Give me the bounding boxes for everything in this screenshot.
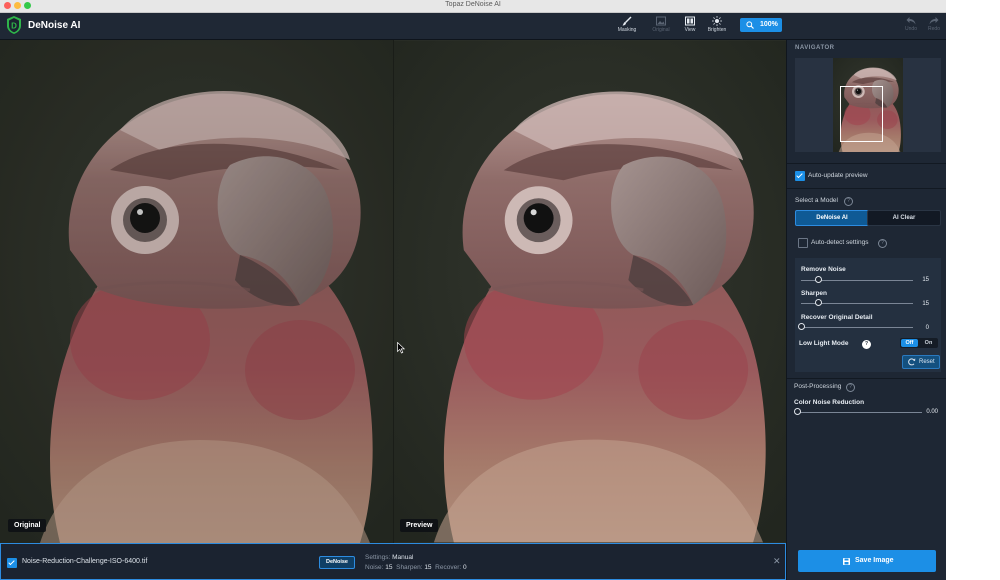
original-tool[interactable]: Original — [646, 16, 676, 33]
sharpen-label: Sharpen — [801, 290, 828, 297]
title-bar: Topaz DeNoise AI — [0, 0, 946, 13]
remove-noise-value: 15 — [922, 277, 929, 283]
undo-icon — [906, 17, 916, 25]
recover-summary-label: Recover: — [435, 564, 462, 571]
divider — [787, 188, 946, 189]
low-light-on-option[interactable]: On — [920, 339, 937, 347]
color-noise-label: Color Noise Reduction — [794, 399, 865, 406]
settings-label: Settings: — [365, 554, 391, 561]
svg-text:D: D — [11, 22, 17, 31]
navigator-title: NAVIGATOR — [795, 45, 835, 51]
sharpen-value: 15 — [922, 301, 929, 307]
original-label-badge: Original — [8, 519, 47, 532]
redo-button[interactable]: Redo — [919, 16, 946, 32]
sharpen-summary-label: Sharpen: — [396, 564, 423, 571]
model-denoise-ai-button[interactable]: DeNoise AI — [795, 210, 869, 226]
divider — [787, 163, 946, 164]
app-toolbar: D DeNoise AI Masking Original View Brigh… — [0, 13, 946, 40]
zoom-button[interactable]: 100% — [740, 18, 782, 32]
sun-icon — [712, 16, 722, 26]
brighten-label: Brighten — [707, 27, 727, 33]
sharpen-knob[interactable] — [814, 299, 822, 306]
desktop-background — [946, 0, 1000, 580]
masking-tool[interactable]: Masking — [612, 16, 642, 33]
reset-label: Reset — [919, 359, 935, 365]
preview-label-badge: Preview — [400, 519, 439, 532]
app-name: DeNoise AI — [28, 20, 81, 31]
settings-panel: NAVIGATOR Auto-update preview Select a M… — [786, 40, 946, 580]
recover-detail-knob[interactable] — [798, 323, 805, 330]
brighten-tool[interactable]: Brighten — [702, 16, 732, 33]
remove-file-button[interactable]: ✕ — [773, 556, 781, 567]
file-model-badge: DeNoise — [319, 556, 355, 569]
auto-detect-label: Auto-detect settings — [811, 239, 869, 246]
low-light-toggle[interactable]: Off On — [900, 338, 938, 348]
original-label: Original — [652, 27, 670, 33]
select-model-label: Select a Model — [795, 197, 838, 204]
denoise-logo-icon: D — [7, 16, 21, 34]
masking-label: Masking — [617, 27, 637, 33]
redo-label: Redo — [928, 26, 940, 32]
post-processing-help-icon[interactable]: ? — [846, 383, 855, 392]
zoom-icon — [746, 21, 754, 29]
undo-label: Undo — [905, 26, 917, 32]
settings-value: Manual — [392, 554, 414, 561]
original-image — [0, 40, 393, 543]
preview-pane[interactable]: Preview — [394, 40, 786, 543]
navigator[interactable] — [795, 58, 941, 152]
sharpen-summary-value: 15 — [424, 564, 432, 571]
split-view-icon — [685, 16, 695, 26]
recover-summary-value: 0 — [463, 564, 467, 571]
auto-update-label: Auto-update preview — [808, 172, 868, 179]
image-icon — [656, 16, 666, 26]
reset-icon — [908, 358, 916, 366]
low-light-off-option[interactable]: Off — [901, 339, 918, 347]
remove-noise-knob[interactable] — [814, 276, 822, 283]
navigator-viewport-frame[interactable] — [840, 86, 883, 142]
color-noise-knob[interactable] — [794, 408, 801, 415]
low-light-mode-label: Low Light Mode — [799, 340, 849, 347]
divider — [787, 378, 946, 379]
original-pane[interactable]: Original — [0, 40, 393, 543]
image-canvas[interactable]: Original Preview — [0, 40, 786, 543]
view-label: View — [684, 27, 696, 33]
low-light-help-icon[interactable]: ? — [862, 340, 871, 349]
post-processing-label: Post-Processing — [794, 383, 842, 390]
zoom-level: 100% — [760, 21, 778, 28]
view-tool[interactable]: View — [675, 16, 705, 33]
file-settings-summary: Settings: Manual Noise: 15 Sharpen: 15 R… — [365, 553, 467, 573]
reset-button[interactable]: Reset — [902, 355, 940, 369]
file-bar[interactable]: Noise-Reduction-Challenge-ISO-6400.tif D… — [0, 543, 786, 580]
auto-detect-help-icon[interactable]: ? — [878, 239, 887, 248]
noise-label: Noise: — [365, 564, 384, 571]
select-model-help-icon[interactable]: ? — [844, 197, 853, 206]
save-image-button[interactable]: Save Image — [798, 550, 936, 572]
remove-noise-label: Remove Noise — [801, 266, 846, 273]
recover-detail-label: Recover Original Detail — [801, 314, 873, 321]
color-noise-value: 0.00 — [926, 409, 938, 415]
preview-image — [394, 40, 786, 543]
recover-detail-slider[interactable] — [801, 327, 913, 328]
save-icon — [843, 558, 850, 565]
noise-value: 15 — [385, 564, 393, 571]
app-window: Topaz DeNoise AI D DeNoise AI Masking Or… — [0, 0, 946, 580]
mouse-cursor-icon — [397, 342, 405, 354]
recover-detail-value: 0 — [925, 325, 929, 331]
brush-icon — [622, 16, 632, 26]
redo-icon — [929, 17, 939, 25]
model-ai-clear-button[interactable]: AI Clear — [867, 210, 941, 226]
color-noise-slider[interactable] — [797, 412, 922, 413]
auto-update-checkbox[interactable] — [795, 171, 805, 181]
file-select-checkbox[interactable] — [7, 558, 17, 568]
save-image-label: Save Image — [855, 557, 894, 564]
file-name: Noise-Reduction-Challenge-ISO-6400.tif — [22, 558, 148, 565]
window-title: Topaz DeNoise AI — [445, 1, 501, 8]
auto-detect-checkbox[interactable] — [798, 238, 808, 248]
